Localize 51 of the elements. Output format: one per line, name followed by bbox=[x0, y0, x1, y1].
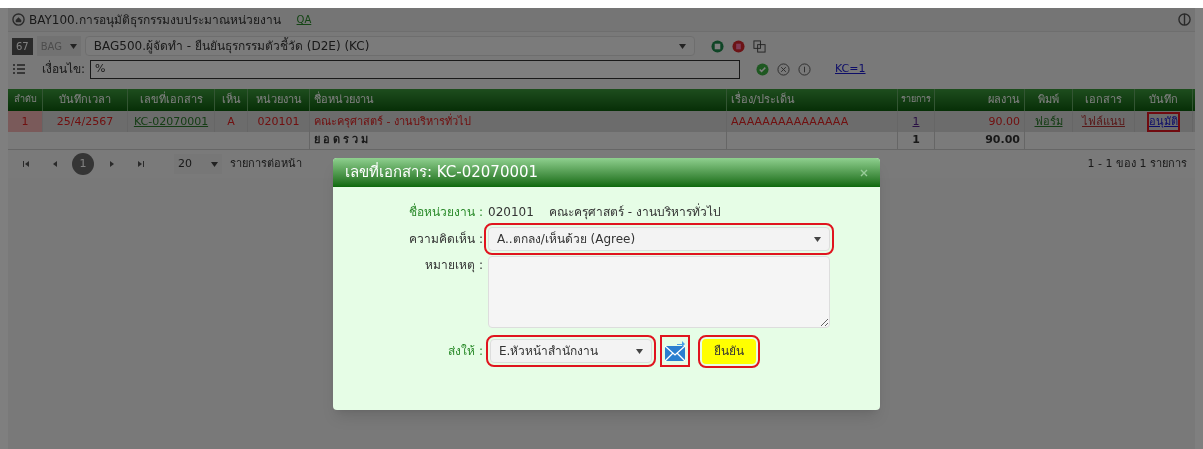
note-field[interactable] bbox=[488, 256, 830, 328]
qa-link[interactable]: QA bbox=[296, 12, 312, 27]
excel-icon[interactable] bbox=[710, 39, 724, 53]
copy-icon[interactable] bbox=[752, 39, 766, 53]
unit-code: 020101 bbox=[488, 204, 534, 221]
table-link[interactable]: ไฟล์แนบ bbox=[1082, 113, 1125, 130]
page-button[interactable]: 1 bbox=[72, 153, 94, 175]
dialog-title: เลขที่เอกสาร: KC-02070001 bbox=[345, 161, 539, 184]
caret-icon bbox=[678, 43, 686, 49]
table-link[interactable]: ฟอร์ม bbox=[1034, 113, 1063, 130]
list-icon[interactable] bbox=[12, 63, 26, 75]
window-title: BAY100.การอนุมัติธุรกรรมงบประมาณหน่วยงาน bbox=[29, 11, 281, 29]
send-label: ส่งให้ : bbox=[447, 343, 483, 360]
table-cell: 020101 bbox=[257, 113, 300, 130]
caret-icon bbox=[814, 236, 821, 242]
table-cell: AAAAAAAAAAAAAAA bbox=[731, 113, 849, 130]
pager-summary: 1 - 1 ของ 1 รายการ bbox=[1087, 155, 1187, 172]
report-select[interactable]: BAG500.ผู้จัดทำ - ยืนยันธุรกรรมตัวชี้วัด (D2E) (KC) bbox=[84, 36, 695, 56]
first-page-icon[interactable] bbox=[21, 160, 31, 168]
condition-label: เงื่อนไข: bbox=[42, 60, 86, 78]
table-row[interactable]: 1 25/4/2567 KC-02070001 A 020101 คณะครุศาสตร์ - งานบริหารทั่วไป AAAAAAAAAAAAAAA 1 90.00 ฟอร์ม ไฟล์แนบ อนุมัติ bbox=[8, 111, 1195, 132]
opinion-label: ความคิดเห็น : bbox=[408, 230, 483, 248]
total-amount: 90.00 bbox=[985, 132, 1020, 149]
caret-icon bbox=[211, 161, 218, 167]
table-cell: 25/4/2567 bbox=[56, 113, 114, 130]
close-icon[interactable] bbox=[860, 168, 868, 177]
table-link[interactable]: อนุมัติ bbox=[1149, 113, 1178, 130]
home-icon[interactable] bbox=[12, 13, 25, 26]
unit-name: คณะครุศาสตร์ - งานบริหารทั่วไป bbox=[548, 203, 721, 221]
condition-field[interactable]: % bbox=[90, 59, 740, 79]
table-cell: 1 bbox=[21, 113, 29, 130]
logout-icon[interactable] bbox=[1178, 13, 1191, 26]
last-page-icon[interactable] bbox=[135, 160, 145, 168]
table-cell: A bbox=[227, 113, 235, 130]
table-cell: 1 bbox=[912, 113, 920, 130]
page-size-label: รายการต่อหน้า bbox=[230, 155, 302, 172]
table-cell: 90.00 bbox=[988, 113, 1020, 130]
check-icon[interactable] bbox=[756, 62, 769, 76]
filter-link[interactable]: KC=1 bbox=[835, 60, 866, 78]
table-link[interactable]: KC-02070001 bbox=[133, 113, 209, 130]
caret-icon bbox=[69, 43, 77, 49]
pdf-icon[interactable] bbox=[731, 39, 745, 53]
info-icon[interactable] bbox=[798, 62, 811, 76]
caret-icon bbox=[636, 348, 643, 354]
unit-label: ชื่อหน่วยงาน : bbox=[408, 203, 483, 221]
table-cell: คณะครุศาสตร์ - งานบริหารทั่วไป bbox=[314, 113, 471, 130]
total-count: 1 bbox=[912, 132, 920, 149]
total-label: ยอดรวม bbox=[314, 132, 371, 149]
note-label: หมายเหตุ : bbox=[424, 257, 483, 275]
year-badge: 67 bbox=[12, 37, 33, 55]
close-icon[interactable] bbox=[777, 62, 790, 76]
